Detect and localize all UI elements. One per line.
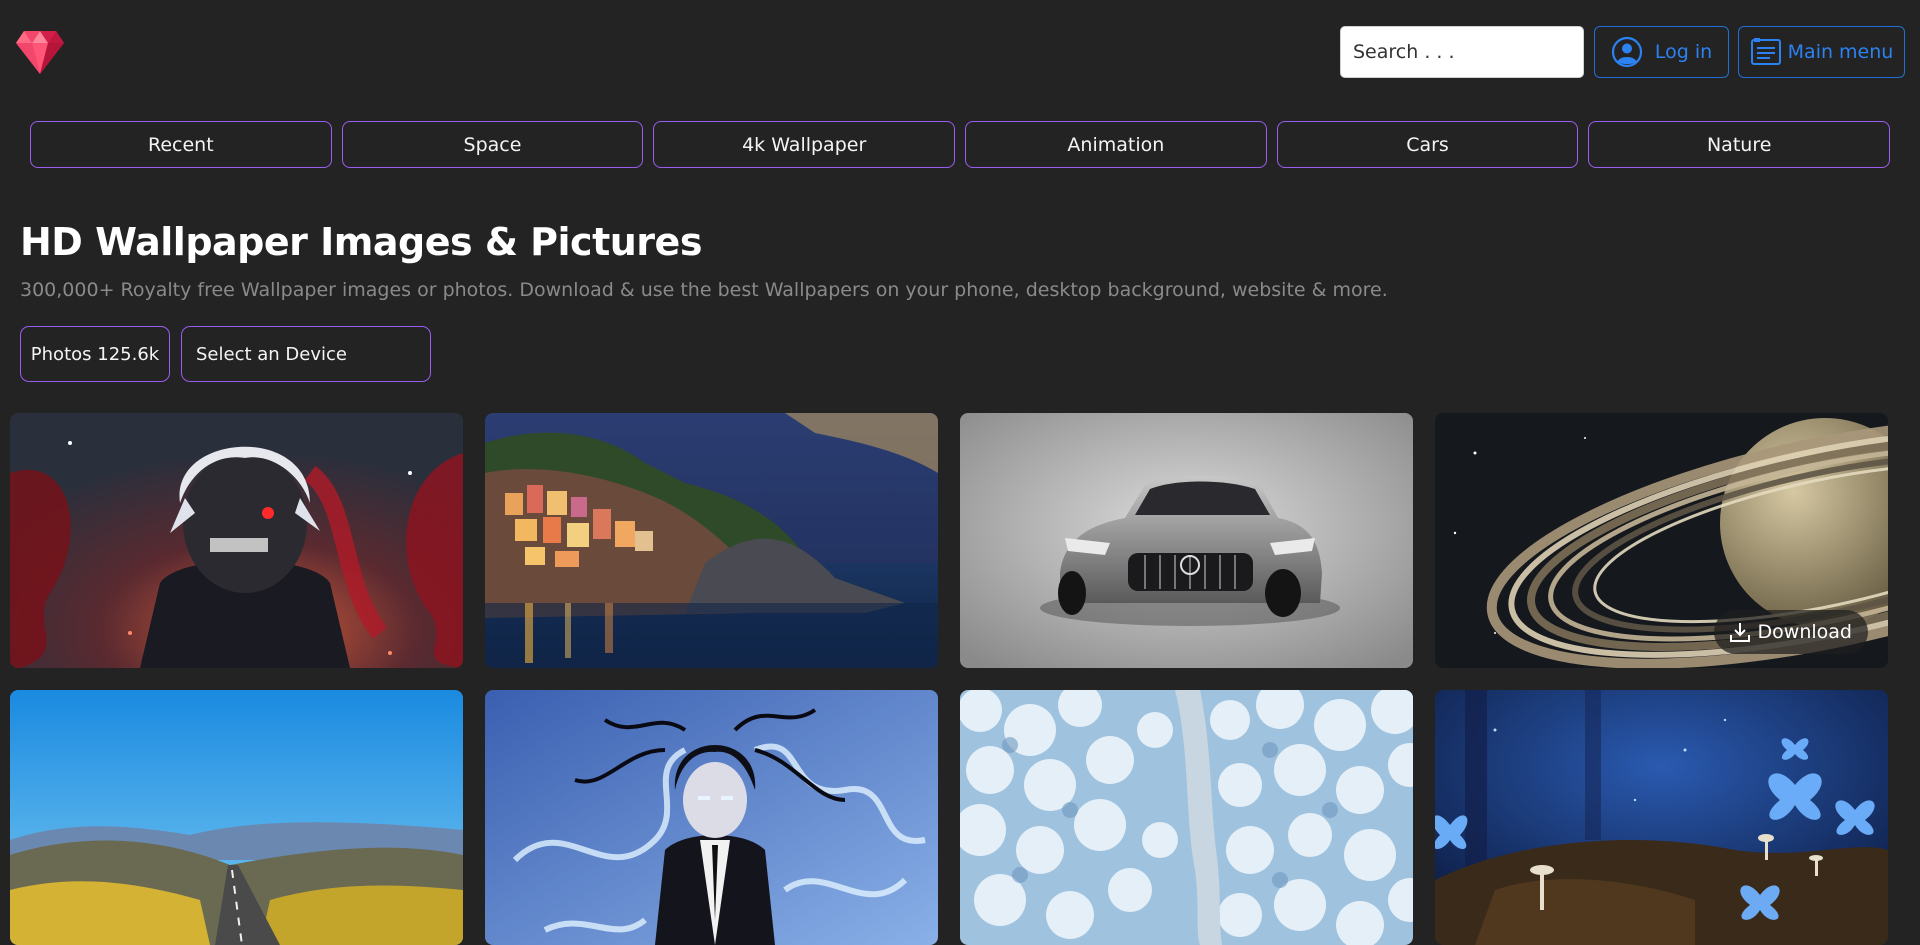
category-space[interactable]: Space [341,121,644,168]
login-button[interactable]: Log in [1594,26,1729,78]
wallpaper-image [960,413,1413,668]
page-title: HD Wallpaper Images & Pictures [20,220,702,264]
device-select[interactable]: Select an Device [181,326,431,382]
search-input[interactable] [1351,27,1583,77]
category-4k-wallpaper[interactable]: 4k Wallpaper [653,121,956,168]
wallpaper-card-snowy-forest-road[interactable] [960,690,1413,945]
category-nav: Recent Space 4k Wallpaper Animation Cars… [30,121,1891,168]
site-header: Log in Main menu [0,0,1920,104]
menu-list-icon [1750,37,1782,67]
category-cars[interactable]: Cars [1276,121,1579,168]
wallpaper-gallery: Download [10,413,1890,945]
category-recent[interactable]: Recent [30,121,332,168]
filter-bar: Photos 125.6k Select an Device [20,326,431,382]
download-button[interactable]: Download [1713,610,1868,654]
wallpaper-card-silver-sports-car[interactable] [960,413,1413,668]
category-animation[interactable]: Animation [965,121,1267,168]
download-icon [1728,620,1752,644]
wallpaper-card-blue-butterflies[interactable] [1435,690,1888,945]
wallpaper-image [485,690,938,945]
login-label: Log in [1654,41,1713,63]
wallpaper-image [10,690,463,945]
wallpaper-image [485,413,938,668]
category-nature[interactable]: Nature [1588,121,1891,168]
ruby-gem-icon[interactable] [14,27,66,77]
wallpaper-card-anime-ghoul[interactable] [10,413,463,668]
main-menu-label: Main menu [1787,41,1894,63]
wallpaper-card-ringed-planet[interactable]: Download [1435,413,1888,668]
wallpaper-card-mountain-road[interactable] [10,690,463,945]
main-menu-button[interactable]: Main menu [1738,26,1905,78]
wallpaper-image [1435,690,1888,945]
wallpaper-image [960,690,1413,945]
user-circle-icon [1611,36,1643,68]
search-box[interactable] [1340,26,1584,78]
download-label: Download [1757,621,1852,643]
wallpaper-image [10,413,463,668]
wallpaper-card-anime-suit-character[interactable] [485,690,938,945]
photos-count-button[interactable]: Photos 125.6k [20,326,170,382]
wallpaper-card-coastal-village-night[interactable] [485,413,938,668]
page-subtitle: 300,000+ Royalty free Wallpaper images o… [20,279,1388,301]
